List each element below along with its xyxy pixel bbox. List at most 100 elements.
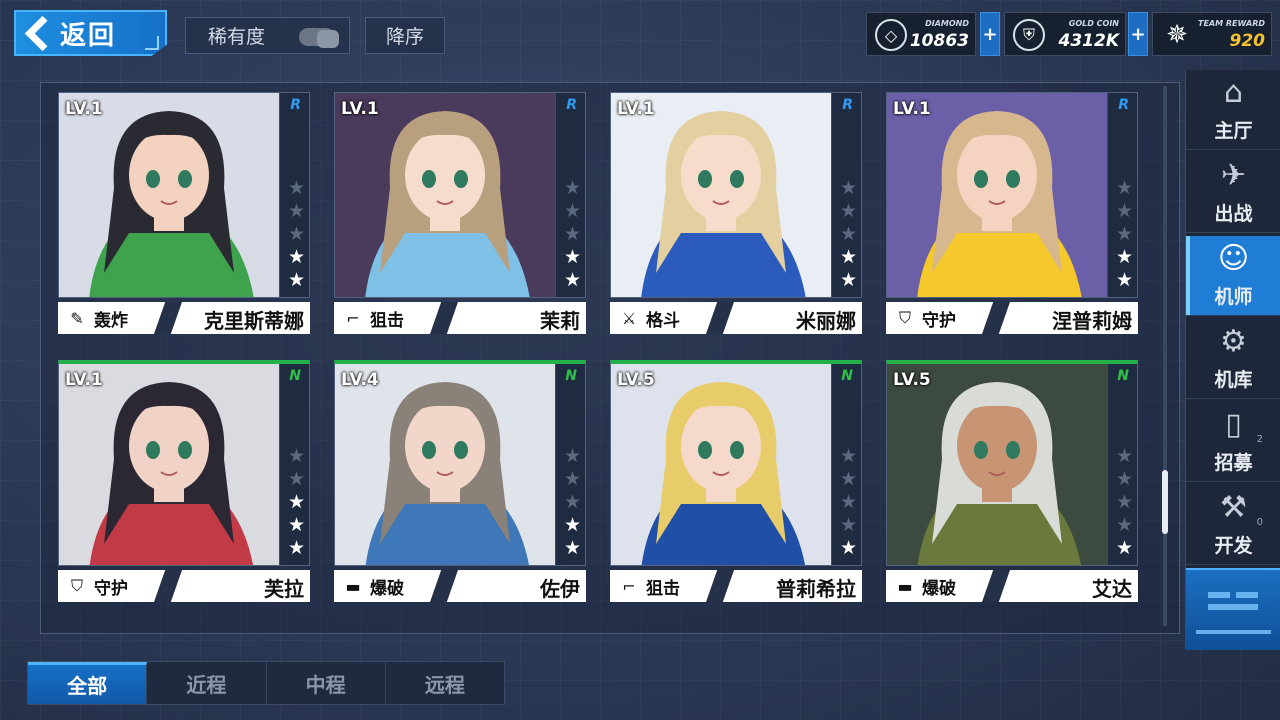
sidebar-item-label: 机库 bbox=[1214, 369, 1253, 391]
back-label: 返回 bbox=[60, 20, 117, 51]
bomb-icon: ✎ bbox=[70, 308, 84, 328]
card-frame: N ★ ★ ★ ★ ★ LV.1 bbox=[58, 360, 310, 566]
star-empty-icon: ★ bbox=[563, 491, 581, 513]
star-empty-icon: ★ bbox=[287, 445, 305, 467]
card-side-bar: N ★ ★ ★ ★ ★ bbox=[555, 364, 585, 565]
role-divider bbox=[706, 570, 734, 602]
star-filled-icon: ★ bbox=[839, 269, 857, 291]
card-frame: R ★ ★ ★ ★ ★ LV.1 bbox=[610, 92, 862, 298]
card-side-bar: R ★ ★ ★ ★ ★ bbox=[555, 93, 585, 297]
pilot-card[interactable]: N ★ ★ ★ ★ ★ LV.1 ⛉ 守护 芙拉 bbox=[58, 360, 310, 604]
resource-name: DIAMOND bbox=[925, 19, 969, 28]
resource-value: 920 bbox=[1229, 31, 1266, 51]
pilot-role: 爆破 bbox=[922, 578, 956, 599]
star-rating: ★ ★ ★ ★ ★ bbox=[288, 178, 305, 291]
pilot-name: 芙拉 bbox=[264, 577, 304, 601]
sidebar-item-hangar[interactable]: ⚙ 机库 bbox=[1186, 319, 1280, 399]
role-divider bbox=[706, 302, 734, 334]
pilot-name: 佐伊 bbox=[540, 577, 580, 601]
back-button[interactable]: 返回 bbox=[14, 10, 167, 56]
star-filled-icon: ★ bbox=[287, 537, 305, 559]
star-filled-icon: ★ bbox=[563, 537, 581, 559]
pilot-card[interactable]: N ★ ★ ★ ★ ★ LV.5 ▬ 爆破 艾达 bbox=[886, 360, 1138, 604]
star-rating: ★ ★ ★ ★ ★ bbox=[564, 178, 581, 291]
pilot-name: 米丽娜 bbox=[796, 309, 856, 333]
card-frame: R ★ ★ ★ ★ ★ LV.1 bbox=[886, 92, 1138, 298]
rarity-filter-button[interactable]: 稀有度 bbox=[185, 17, 350, 54]
scrollbar-track[interactable] bbox=[1163, 86, 1167, 626]
sidebar-item-pilot[interactable]: ☺ 机师 bbox=[1186, 236, 1280, 316]
minimap-panel[interactable] bbox=[1186, 568, 1280, 650]
card-side-bar: R ★ ★ ★ ★ ★ bbox=[1107, 93, 1137, 297]
sniper-icon: ⌐ bbox=[346, 308, 360, 328]
rank-badge: N bbox=[289, 368, 301, 384]
star-empty-icon: ★ bbox=[287, 177, 305, 199]
pilot-card[interactable]: N ★ ★ ★ ★ ★ LV.5 ⌐ 狙击 普莉希拉 bbox=[610, 360, 862, 604]
pilot-role: 狙击 bbox=[646, 578, 680, 599]
star-empty-icon: ★ bbox=[1115, 491, 1133, 513]
pilot-level: LV.1 bbox=[341, 99, 379, 119]
add-diamond-button[interactable]: + bbox=[980, 12, 1000, 56]
pilot-card[interactable]: N ★ ★ ★ ★ ★ LV.4 ▬ 爆破 佐伊 bbox=[334, 360, 586, 604]
rank-badge: R bbox=[566, 97, 577, 113]
sidebar-item-develop[interactable]: ⚒ 开发 0 bbox=[1186, 485, 1280, 565]
pilot-portrait bbox=[887, 93, 1107, 297]
tab-long-range[interactable]: 远程 bbox=[386, 662, 504, 704]
star-empty-icon: ★ bbox=[563, 468, 581, 490]
add-gold-coin-button[interactable]: + bbox=[1128, 12, 1148, 56]
pilot-card[interactable]: R ★ ★ ★ ★ ★ LV.1 ⌐ 狙击 茉莉 bbox=[334, 92, 586, 336]
star-filled-icon: ★ bbox=[1115, 269, 1133, 291]
sidebar-item-sortie[interactable]: ✈ 出战 bbox=[1186, 153, 1280, 233]
card-frame: R ★ ★ ★ ★ ★ LV.1 bbox=[334, 92, 586, 298]
role-divider bbox=[430, 302, 458, 334]
card-footer: ▬ 爆破 佐伊 bbox=[334, 570, 586, 602]
star-empty-icon: ★ bbox=[839, 177, 857, 199]
pilot-portrait bbox=[335, 93, 555, 297]
rarity-toggle[interactable] bbox=[299, 28, 339, 48]
sidebar-item-label: 主厅 bbox=[1214, 120, 1253, 142]
star-empty-icon: ★ bbox=[563, 177, 581, 199]
scrollbar-thumb[interactable] bbox=[1162, 470, 1168, 534]
card-side-bar: R ★ ★ ★ ★ ★ bbox=[831, 93, 861, 297]
star-rating: ★ ★ ★ ★ ★ bbox=[288, 446, 305, 559]
sidebar-badge: 0 bbox=[1256, 517, 1263, 528]
pilot-level: LV.4 bbox=[341, 370, 379, 390]
card-frame: N ★ ★ ★ ★ ★ LV.5 bbox=[610, 360, 862, 566]
pilot-card[interactable]: R ★ ★ ★ ★ ★ LV.1 ⚔ 格斗 米丽娜 bbox=[610, 92, 862, 336]
card-footer: ✎ 轰炸 克里斯蒂娜 bbox=[58, 302, 310, 334]
pilot-card[interactable]: R ★ ★ ★ ★ ★ LV.1 ⛉ 守护 涅普莉姆 bbox=[886, 92, 1138, 336]
sidebar-item-recruit[interactable]: ▯ 招募 2 bbox=[1186, 402, 1280, 482]
diamond-counter: ◇ DIAMOND 10863 bbox=[866, 12, 976, 56]
pilot-role: 格斗 bbox=[646, 310, 680, 331]
pilot-level: LV.1 bbox=[617, 99, 655, 119]
star-filled-icon: ★ bbox=[287, 514, 305, 536]
melee-icon: ⚔ bbox=[621, 308, 637, 328]
star-empty-icon: ★ bbox=[563, 445, 581, 467]
card-frame: N ★ ★ ★ ★ ★ LV.4 bbox=[334, 360, 586, 566]
tab-label: 远程 bbox=[424, 672, 465, 697]
sidebar-item-hall[interactable]: ⌂ 主厅 bbox=[1186, 70, 1280, 150]
pilot-card[interactable]: R ★ ★ ★ ★ ★ LV.1 ✎ 轰炸 克里斯蒂娜 bbox=[58, 92, 310, 336]
star-rating: ★ ★ ★ ★ ★ bbox=[1116, 178, 1133, 291]
star-empty-icon: ★ bbox=[287, 223, 305, 245]
sort-label: 降序 bbox=[385, 26, 424, 48]
sort-order-button[interactable]: 降序 bbox=[365, 17, 445, 54]
gold-coin-counter: ⛨ GOLD COIN 4312K bbox=[1004, 12, 1126, 56]
pilot-level: LV.5 bbox=[617, 370, 655, 390]
star-empty-icon: ★ bbox=[563, 200, 581, 222]
tab-short-range[interactable]: 近程 bbox=[147, 662, 267, 704]
star-empty-icon: ★ bbox=[839, 491, 857, 513]
team-reward-icon: ✵ bbox=[1166, 20, 1188, 50]
sortie-icon: ✈ bbox=[1220, 157, 1247, 193]
star-empty-icon: ★ bbox=[839, 514, 857, 536]
shield-icon: ⛉ bbox=[70, 576, 83, 595]
range-tab-bar: 全部 近程 中程 远程 bbox=[27, 661, 505, 705]
rank-badge: N bbox=[1117, 368, 1129, 384]
hall-icon: ⌂ bbox=[1223, 74, 1244, 110]
star-filled-icon: ★ bbox=[287, 269, 305, 291]
tab-all[interactable]: 全部 bbox=[28, 662, 148, 704]
card-side-bar: N ★ ★ ★ ★ ★ bbox=[831, 364, 861, 565]
star-filled-icon: ★ bbox=[839, 537, 857, 559]
pilot-portrait bbox=[611, 364, 831, 565]
tab-mid-range[interactable]: 中程 bbox=[267, 662, 386, 704]
